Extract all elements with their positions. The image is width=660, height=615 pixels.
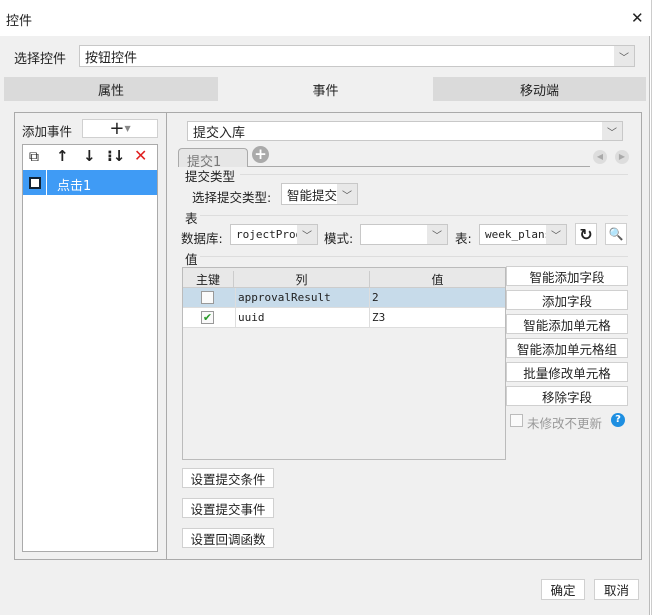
table-row[interactable]: ✔ uuid Z3 (183, 308, 505, 328)
select-control-label: 选择控件 (14, 52, 67, 67)
splitter[interactable] (166, 113, 167, 559)
fields-table: 主键 列 值 approvalResult 2 ✔ uuid Z3 (182, 267, 506, 460)
next-tab-icon[interactable]: ▶ (615, 150, 629, 164)
cancel-button[interactable]: 取消 (594, 579, 639, 600)
column-cell: uuid (235, 308, 369, 328)
value-cell[interactable]: 2 (369, 288, 505, 308)
arrow-up-icon[interactable]: ↑ (56, 147, 69, 165)
db-label: 数据库: (181, 231, 223, 246)
arrow-down-icon[interactable]: ↓ (83, 147, 96, 165)
chevron-down-icon: ﹀ (427, 225, 447, 244)
list-item[interactable]: 点击1 (23, 170, 157, 195)
db-dropdown[interactable]: rojectProd ﹀ (230, 224, 318, 245)
smart-add-field-button[interactable]: 智能添加字段 (506, 266, 628, 286)
db-value: rojectProd (236, 228, 303, 241)
help-icon[interactable]: ? (611, 413, 625, 427)
divider (240, 174, 628, 175)
title-bar: 控件 ✕ (0, 0, 650, 36)
schema-dropdown[interactable]: ﹀ (360, 224, 448, 245)
chevron-down-icon: ﹀ (337, 184, 357, 204)
chevron-down-icon: ﹀ (614, 46, 634, 66)
delete-icon[interactable]: ✕ (134, 146, 147, 165)
submit-type-dropdown[interactable]: 智能提交 ﹀ (281, 183, 358, 205)
column-cell: approvalResult (235, 288, 369, 308)
primary-key-checkbox[interactable]: ✔ (201, 311, 214, 324)
add-event-label: 添加事件 (22, 124, 73, 139)
event-item-label: 点击1 (57, 179, 92, 194)
set-callback-button[interactable]: 设置回调函数 (182, 528, 274, 548)
chevron-down-icon: ﹀ (602, 122, 622, 140)
window-title: 控件 (6, 14, 33, 29)
plus-icon: + (109, 118, 125, 139)
schema-label: 模式: (324, 231, 354, 246)
smart-add-cell-group-button[interactable]: 智能添加单元格组 (506, 338, 628, 358)
action-dropdown[interactable]: 提交入库 ﹀ (187, 121, 623, 141)
ok-button[interactable]: 确定 (541, 579, 585, 600)
primary-key-checkbox[interactable] (201, 291, 214, 304)
move-bottom-icon[interactable]: ⁝↓ (107, 147, 125, 165)
divider (200, 256, 628, 257)
add-field-button[interactable]: 添加字段 (506, 290, 628, 310)
header-key: 主键 (195, 273, 220, 287)
smart-add-cell-button[interactable]: 智能添加单元格 (506, 314, 628, 334)
add-event-button[interactable]: + ▼ (82, 118, 158, 139)
background-app (651, 0, 660, 615)
no-update-checkbox[interactable] (510, 414, 523, 427)
event-list: ⧉ ↑ ↓ ⁝↓ ✕ 点击1 (22, 144, 158, 552)
action-value: 提交入库 (193, 125, 246, 141)
table-section: 表 (185, 211, 198, 226)
copy-icon[interactable]: ⧉ (29, 149, 39, 165)
sub-tab-submit1[interactable]: 提交1 (178, 148, 248, 170)
batch-modify-cells-button[interactable]: 批量修改单元格 (506, 362, 628, 382)
event-icon (23, 170, 47, 195)
no-update-label: 未修改不更新 (527, 416, 603, 431)
table-value: week_plans (485, 228, 552, 241)
prev-tab-icon[interactable]: ◀ (593, 150, 607, 164)
table-header: 主键 列 值 (183, 268, 505, 288)
value-cell[interactable]: Z3 (369, 308, 505, 328)
refresh-icon[interactable]: ↻ (575, 223, 597, 245)
tab-line (248, 166, 590, 167)
select-control-value: 按钮控件 (85, 50, 138, 66)
table-row[interactable]: approvalResult 2 (183, 288, 505, 308)
chevron-down-icon: ﹀ (546, 225, 566, 244)
chevron-down-icon: ﹀ (297, 225, 317, 244)
divider (200, 215, 628, 216)
submit-type-label: 选择提交类型: (192, 190, 272, 205)
submit-type-value: 智能提交 (287, 187, 338, 203)
select-control-dropdown[interactable]: 按钮控件 ﹀ (79, 45, 635, 67)
set-submit-event-button[interactable]: 设置提交事件 (182, 498, 274, 518)
remove-field-button[interactable]: 移除字段 (506, 386, 628, 406)
close-icon[interactable]: ✕ (631, 9, 644, 27)
tab-properties[interactable]: 属性 (4, 77, 218, 101)
value-section: 值 (185, 252, 198, 267)
tab-events[interactable]: 事件 (218, 77, 433, 101)
table-label: 表: (455, 231, 472, 246)
tab-mobile[interactable]: 移动端 (433, 77, 646, 101)
set-submit-condition-button[interactable]: 设置提交条件 (182, 468, 274, 488)
table-dropdown[interactable]: week_plans ﹀ (479, 224, 567, 245)
header-column: 列 (233, 271, 369, 288)
add-tab-icon[interactable]: + (252, 146, 269, 163)
header-value: 值 (369, 271, 505, 288)
preview-icon[interactable]: 🔍 (605, 223, 627, 245)
submit-type-section: 提交类型 (185, 169, 236, 184)
